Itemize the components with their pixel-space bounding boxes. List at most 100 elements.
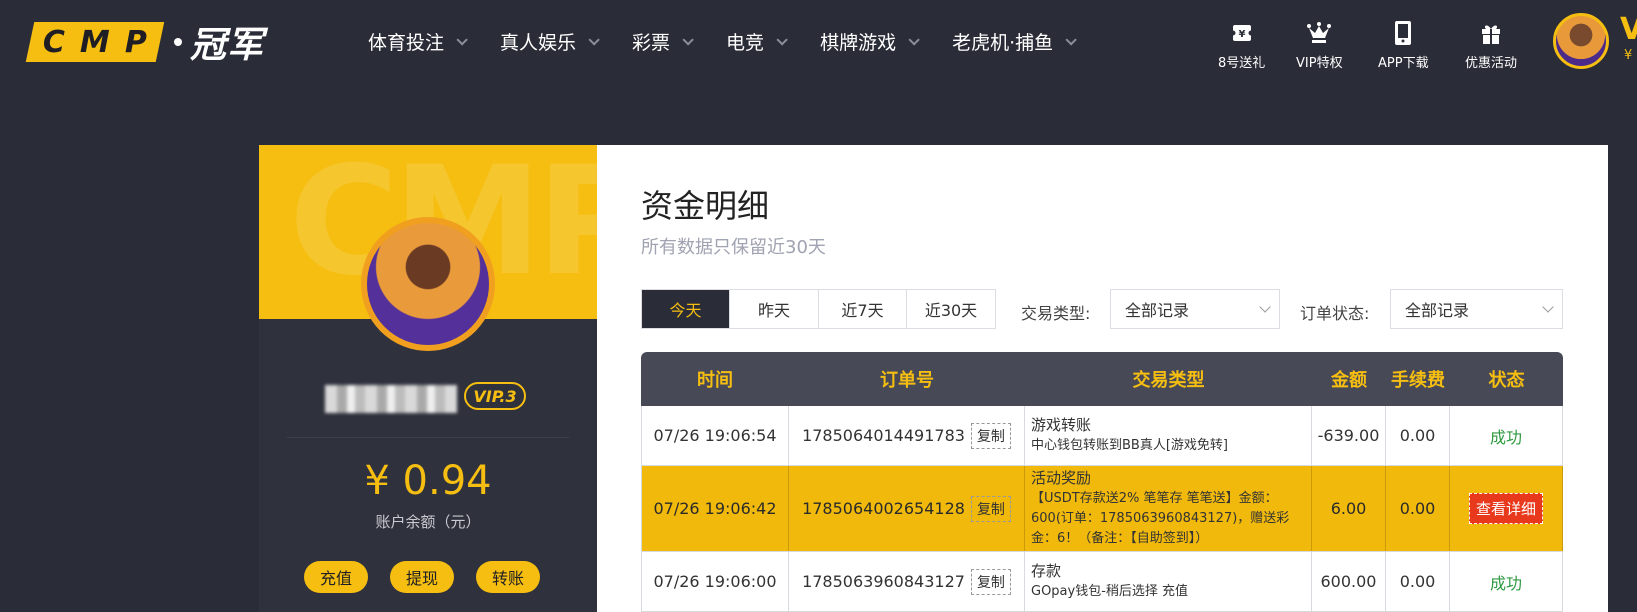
- tab-yesterday[interactable]: 昨天: [730, 290, 819, 328]
- nav-label: 彩票: [632, 32, 671, 54]
- nav-item-slots-fishing[interactable]: 老虎机·捕鱼: [952, 28, 1077, 55]
- logo-text: 冠军: [190, 25, 265, 66]
- cell-status: 查看详细: [1450, 466, 1563, 551]
- transfer-button[interactable]: 转账: [476, 561, 540, 593]
- order-number: 1785063960843127: [802, 572, 965, 591]
- table-row: 07/26 19:06:00 1785063960843127 复制 存款 GO…: [641, 552, 1563, 612]
- copy-button[interactable]: 复制: [970, 568, 1011, 595]
- crown-icon: [1304, 18, 1334, 48]
- type-detail: 中心钱包转账到BB真人[游戏免转]: [1031, 438, 1228, 453]
- page-title: 资金明细: [641, 187, 770, 225]
- chevron-down-icon: [588, 33, 600, 46]
- cell-type: 游戏转账 中心钱包转账到BB真人[游戏免转]: [1025, 406, 1312, 465]
- chevron-down-icon: [1065, 33, 1077, 46]
- table-row: 07/26 19:06:54 1785064014491783 复制 游戏转账 …: [641, 406, 1563, 466]
- type-title: 存款: [1031, 562, 1062, 580]
- order-number: 1785064014491783: [802, 426, 965, 445]
- logo-letter: M: [80, 24, 110, 60]
- view-detail-button[interactable]: 查看详细: [1468, 493, 1543, 524]
- column-header: 金额: [1331, 370, 1367, 391]
- site-logo[interactable]: C M P 冠军: [25, 22, 264, 66]
- logo-dot: [174, 38, 182, 46]
- chevron-down-icon: [1542, 301, 1554, 313]
- order-status-select[interactable]: 全部记录: [1390, 289, 1563, 329]
- column-header: 手续费: [1391, 370, 1445, 391]
- deposit-button[interactable]: 充值: [304, 561, 368, 593]
- page-subtitle: 所有数据只保留近30天: [641, 237, 826, 258]
- nav-item-card-games[interactable]: 棋牌游戏: [820, 28, 920, 55]
- quick-link-vip[interactable]: VIP特权: [1296, 18, 1343, 71]
- copy-button[interactable]: 复制: [970, 495, 1011, 522]
- chevron-down-icon: [1259, 301, 1271, 313]
- svg-text:¥: ¥: [1238, 29, 1245, 40]
- nav-label: 真人娱乐: [500, 32, 577, 54]
- logo-letter: P: [124, 24, 147, 60]
- quick-link-label: APP下载: [1378, 56, 1429, 71]
- nav-item-sports[interactable]: 体育投注: [368, 28, 468, 55]
- user-vip-initial[interactable]: V: [1620, 12, 1637, 47]
- quick-link-label: 优惠活动: [1465, 56, 1518, 71]
- funds-detail-panel: 资金明细 所有数据只保留近30天 今天 昨天 近7天 近30天 交易类型: 全部…: [597, 145, 1608, 612]
- select-value: 全部记录: [1125, 301, 1190, 320]
- user-avatar[interactable]: [1553, 13, 1609, 69]
- transaction-type-select[interactable]: 全部记录: [1110, 289, 1280, 329]
- chevron-down-icon: [908, 33, 920, 46]
- transaction-type-label: 交易类型:: [1021, 304, 1091, 323]
- cell-fee: 0.00: [1386, 466, 1450, 551]
- transactions-table: 时间 订单号 交易类型 金额 手续费 状态 07/26 19:06:54 178…: [641, 352, 1563, 612]
- date-range-tabs: 今天 昨天 近7天 近30天: [641, 289, 996, 329]
- chevron-down-icon: [682, 33, 694, 46]
- user-currency: ¥: [1624, 48, 1633, 63]
- nav-label: 体育投注: [368, 32, 445, 54]
- select-value: 全部记录: [1405, 301, 1470, 320]
- column-header: 时间: [697, 370, 733, 391]
- profile-avatar: [361, 217, 495, 351]
- account-balance-label: 账户余额（元）: [375, 513, 481, 531]
- tab-last-30-days[interactable]: 近30天: [907, 290, 995, 328]
- ticket-icon: ¥: [1227, 18, 1257, 48]
- order-status-label: 订单状态:: [1300, 304, 1370, 323]
- withdraw-button[interactable]: 提现: [390, 561, 454, 593]
- tab-today[interactable]: 今天: [642, 290, 730, 328]
- table-row: 07/26 19:06:42 1785064002654128 复制 活动奖励 …: [641, 466, 1563, 552]
- tab-last-7-days[interactable]: 近7天: [819, 290, 907, 328]
- username-blurred: [325, 385, 457, 413]
- cell-fee: 0.00: [1386, 406, 1450, 465]
- nav-label: 棋牌游戏: [820, 32, 897, 54]
- quick-link-app[interactable]: APP下载: [1378, 18, 1429, 71]
- quick-link-label: VIP特权: [1296, 56, 1343, 71]
- phone-icon: [1388, 18, 1418, 48]
- order-number: 1785064002654128: [802, 499, 965, 518]
- nav-item-live-casino[interactable]: 真人娱乐: [500, 28, 600, 55]
- nav-label: 电竞: [726, 32, 765, 54]
- vip-badge: VIP.3: [464, 382, 526, 410]
- cell-type: 存款 GOpay钱包-稍后选择 充值: [1025, 552, 1312, 611]
- type-detail: GOpay钱包-稍后选择 充值: [1031, 584, 1189, 599]
- gift-icon: [1476, 18, 1506, 48]
- cell-order: 1785064002654128 复制: [789, 466, 1025, 551]
- nav-label: 老虎机·捕鱼: [952, 32, 1054, 54]
- logo-mark: C M P: [25, 22, 165, 62]
- cell-fee: 0.00: [1386, 552, 1450, 611]
- top-navbar: C M P 冠军 体育投注 真人娱乐 彩票 电竞 棋牌游戏 老虎机·捕鱼 ¥ 8…: [0, 0, 1637, 90]
- account-balance: ¥ 0.94: [364, 458, 492, 504]
- type-title: 活动奖励: [1031, 469, 1092, 487]
- profile-card: CMP VIP.3 ¥ 0.94 账户余额（元） 充值 提现 转账: [259, 145, 597, 612]
- nav-item-lottery[interactable]: 彩票: [632, 28, 694, 55]
- cell-amount: 600.00: [1312, 552, 1386, 611]
- quick-link-label: 8号送礼: [1218, 56, 1266, 71]
- column-header: 交易类型: [1132, 370, 1205, 391]
- nav-item-esports[interactable]: 电竞: [726, 28, 788, 55]
- cell-order: 1785063960843127 复制: [789, 552, 1025, 611]
- quick-link-gift-8[interactable]: ¥ 8号送礼: [1218, 18, 1265, 71]
- main-nav: 体育投注 真人娱乐 彩票 电竞 棋牌游戏 老虎机·捕鱼: [368, 28, 1109, 55]
- copy-button[interactable]: 复制: [970, 422, 1011, 449]
- cell-order: 1785064014491783 复制: [789, 406, 1025, 465]
- quick-link-promotions[interactable]: 优惠活动: [1465, 18, 1517, 71]
- cell-type: 活动奖励 【USDT存款送2% 笔笔存 笔笔送】金额：600(订单：178506…: [1025, 466, 1312, 551]
- logo-letter: C: [43, 24, 66, 60]
- cell-time: 07/26 19:06:54: [642, 406, 789, 465]
- type-title: 游戏转账: [1031, 416, 1092, 434]
- cell-time: 07/26 19:06:42: [642, 466, 789, 551]
- cell-amount: -639.00: [1312, 406, 1386, 465]
